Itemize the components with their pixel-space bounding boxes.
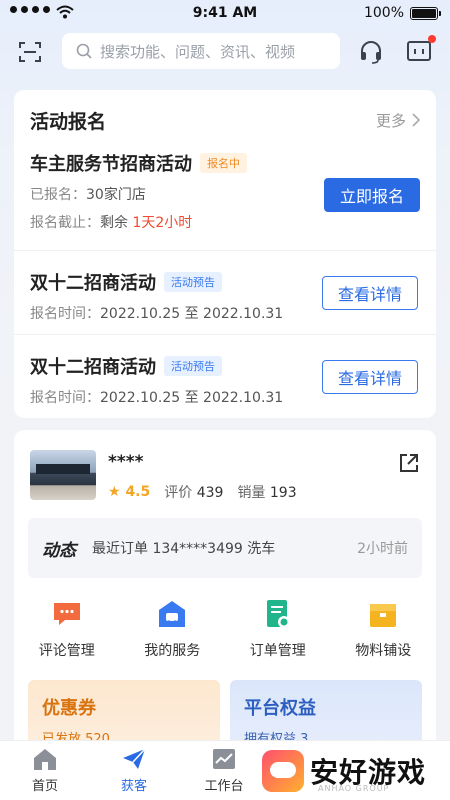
preview-badge: 活动预告 [164, 272, 222, 292]
store-rating: ★ 4.5 [108, 484, 151, 500]
rights-title: 平台权益 [244, 698, 316, 719]
activity-item[interactable]: 双十二招商活动 活动预告 报名时间：2022.10.25 至 2022.10.3… [14, 334, 436, 418]
headset-icon[interactable] [358, 39, 384, 65]
activity-item[interactable]: 双十二招商活动 活动预告 报名时间：2022.10.25 至 2022.10.3… [14, 250, 436, 334]
quick-action-materials[interactable]: 物料铺设 [331, 598, 437, 660]
registered-count: 30家门店 [86, 187, 146, 203]
quick-action-comments[interactable]: 评论管理 [14, 598, 120, 660]
notification-dot [428, 35, 436, 43]
chart-icon [213, 749, 235, 769]
activity-item-title: 双十二招商活动 [30, 273, 156, 294]
activity-feed[interactable]: 动态 最近订单 134****3499 洗车 2小时前 [28, 518, 422, 578]
tab-home[interactable]: 首页 [13, 747, 77, 794]
coupon-title: 优惠券 [42, 698, 96, 719]
quick-action-orders[interactable]: 订单管理 [225, 598, 331, 660]
feed-time: 2小时前 [357, 541, 408, 557]
paper-plane-icon [123, 748, 146, 769]
store-photo [30, 450, 96, 500]
battery-percent: 100% [363, 5, 404, 21]
chevron-right-icon [412, 113, 420, 127]
review-count: 439 [196, 485, 224, 501]
sales-count: 193 [269, 485, 297, 501]
home-icon [34, 749, 56, 770]
message-icon[interactable] [406, 39, 432, 65]
battery-icon [410, 6, 441, 20]
top-bar: 搜索功能、问题、资讯、视频 [0, 32, 450, 72]
scan-icon[interactable] [18, 40, 42, 64]
quick-action-services[interactable]: 我的服务 [120, 598, 226, 660]
status-badge: 报名中 [200, 153, 247, 173]
material-icon [370, 604, 397, 627]
activity-title: 活动报名 [30, 110, 107, 133]
quick-actions: 评论管理 我的服务 订单管理 物料铺设 [14, 598, 436, 660]
feed-label: 动态 [42, 540, 76, 561]
external-link-icon[interactable] [398, 452, 420, 474]
order-icon [266, 600, 290, 628]
store-name: **** [108, 452, 144, 472]
activity-item-featured[interactable]: 车主服务节招商活动 报名中 已报名：30家门店 报名截止：剩余 1天2小时 立即… [14, 150, 436, 250]
activity-period: 2022.10.25 至 2022.10.31 [100, 390, 284, 406]
activity-item-title: 车主服务节招商活动 [30, 154, 192, 175]
activity-item-title: 双十二招商活动 [30, 357, 156, 378]
more-link[interactable]: 更多 [376, 110, 420, 131]
search-icon [76, 43, 92, 59]
search-placeholder: 搜索功能、问题、资讯、视频 [100, 42, 296, 61]
view-details-button[interactable]: 查看详情 [322, 360, 418, 394]
comment-icon [53, 603, 80, 625]
view-details-button[interactable]: 查看详情 [322, 276, 418, 310]
tab-acquire[interactable]: 获客 [102, 747, 166, 794]
activity-period: 2022.10.25 至 2022.10.31 [100, 306, 284, 322]
car-service-icon [159, 601, 186, 627]
watermark-logo: 安好游戏 ANHAO GROUP [262, 744, 448, 798]
preview-badge: 活动预告 [164, 356, 222, 376]
register-now-button[interactable]: 立即报名 [324, 178, 420, 212]
feed-text: 最近订单 134****3499 洗车 [92, 541, 276, 557]
activity-card: 活动报名 更多 车主服务节招商活动 报名中 已报名：30家门店 报名截止：剩余 … [14, 90, 436, 418]
game-controller-icon [262, 750, 304, 792]
store-card: **** ★ 4.5 评价 439 销量 193 动态 最近订单 134****… [14, 430, 436, 790]
search-input[interactable]: 搜索功能、问题、资讯、视频 [62, 33, 340, 69]
tab-workbench[interactable]: 工作台 [192, 747, 256, 794]
status-bar: 9:41 AM 100% [0, 0, 450, 28]
deadline-countdown: 1天2小时 [132, 215, 193, 231]
